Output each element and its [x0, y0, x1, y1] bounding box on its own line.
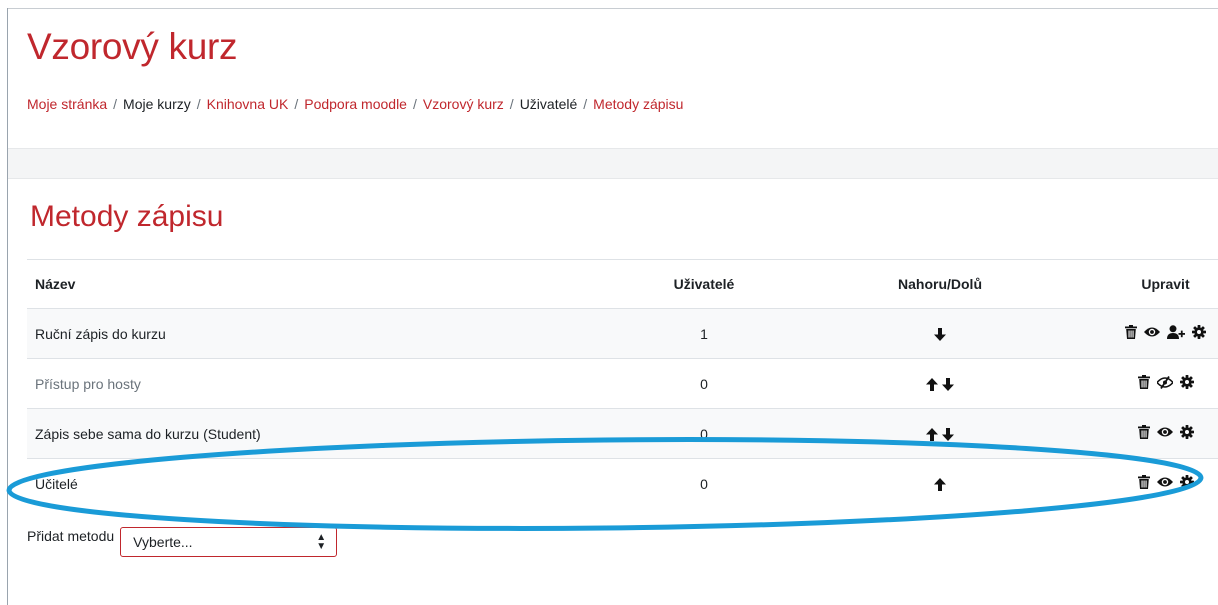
page-title: Vzorový kurz — [27, 26, 238, 67]
header-users: Uživatelé — [641, 259, 767, 309]
method-move-controls — [767, 458, 1113, 508]
table-row: Ruční zápis do kurzu 1 — [27, 308, 1218, 359]
table-row: Přístup pro hosty 0 — [27, 358, 1218, 409]
method-name: Učitelé — [27, 458, 641, 508]
gear-icon[interactable] — [1192, 325, 1206, 339]
method-users-count: 0 — [641, 408, 767, 459]
move-up-icon[interactable] — [924, 426, 940, 442]
move-up-icon[interactable] — [932, 476, 948, 492]
method-edit-controls — [1113, 408, 1218, 459]
method-users-count: 0 — [641, 358, 767, 409]
trash-icon[interactable] — [1137, 475, 1150, 489]
trash-icon[interactable] — [1137, 425, 1150, 439]
gear-icon[interactable] — [1179, 425, 1194, 439]
method-move-controls — [767, 358, 1113, 409]
select-updown-icon: ▲ ▼ — [316, 532, 327, 552]
method-name: Ruční zápis do kurzu — [27, 308, 641, 359]
table-row: Učitelé 0 — [27, 458, 1218, 508]
method-name: Zápis sebe sama do kurzu (Student) — [27, 408, 641, 459]
table-header-row: Název Uživatelé Nahoru/Dolů Upravit — [27, 259, 1218, 309]
breadcrumb-item[interactable]: Podpora moodle — [304, 96, 407, 112]
breadcrumb-item[interactable]: Vzorový kurz — [423, 96, 504, 112]
secondary-navigation-bar — [8, 148, 1218, 179]
add-method-selected-value: Vyberte... — [133, 534, 193, 550]
method-users-count: 1 — [641, 308, 767, 359]
gear-icon[interactable] — [1179, 475, 1194, 489]
method-move-controls — [767, 408, 1113, 459]
breadcrumb-separator: / — [583, 96, 588, 112]
breadcrumb-item: Moje kurzy — [123, 96, 191, 112]
method-edit-controls — [1113, 308, 1218, 359]
table-row: Zápis sebe sama do kurzu (Student) 0 — [27, 408, 1218, 459]
breadcrumb-separator: / — [412, 96, 417, 112]
enrolment-methods-table: Název Uživatelé Nahoru/Dolů Upravit Ručn… — [27, 259, 1218, 508]
method-edit-controls — [1113, 358, 1218, 409]
breadcrumb-item[interactable]: Metody zápisu — [593, 96, 683, 112]
move-up-icon[interactable] — [924, 376, 940, 392]
header-move: Nahoru/Dolů — [767, 259, 1113, 309]
breadcrumb-item: Uživatelé — [519, 96, 578, 112]
frame-top-border — [7, 8, 1218, 9]
eye-slash-icon[interactable] — [1156, 375, 1173, 389]
breadcrumb-separator: / — [113, 96, 118, 112]
move-down-icon[interactable] — [940, 376, 956, 392]
eye-icon[interactable] — [1144, 326, 1160, 338]
add-user-icon[interactable] — [1167, 325, 1185, 339]
header-name: Název — [27, 259, 641, 309]
move-down-icon[interactable] — [940, 426, 956, 442]
trash-icon[interactable] — [1125, 325, 1137, 339]
breadcrumb: Moje stránka / Moje kurzy / Knihovna UK / Podp… — [27, 96, 683, 112]
breadcrumb-item[interactable]: Moje stránka — [27, 96, 107, 112]
breadcrumb-separator: / — [196, 96, 201, 112]
eye-icon[interactable] — [1156, 426, 1173, 438]
gear-icon[interactable] — [1179, 375, 1194, 389]
method-name: Přístup pro hosty — [27, 358, 641, 409]
frame-left-border — [7, 8, 8, 605]
trash-icon[interactable] — [1137, 375, 1150, 389]
eye-icon[interactable] — [1156, 476, 1173, 488]
method-move-controls — [767, 308, 1113, 359]
add-method-label: Přidat metodu — [27, 528, 115, 544]
move-down-icon[interactable] — [932, 326, 948, 342]
breadcrumb-separator: / — [294, 96, 299, 112]
method-edit-controls — [1113, 458, 1218, 508]
breadcrumb-item[interactable]: Knihovna UK — [207, 96, 289, 112]
add-method-select[interactable]: Vyberte... ▲ ▼ — [120, 527, 338, 557]
add-method-row: Přidat metodu Vyberte... ▲ ▼ — [27, 527, 338, 557]
section-title: Metody zápisu — [30, 200, 224, 233]
breadcrumb-separator: / — [509, 96, 514, 112]
method-users-count: 0 — [641, 458, 767, 508]
header-edit: Upravit — [1113, 259, 1218, 309]
